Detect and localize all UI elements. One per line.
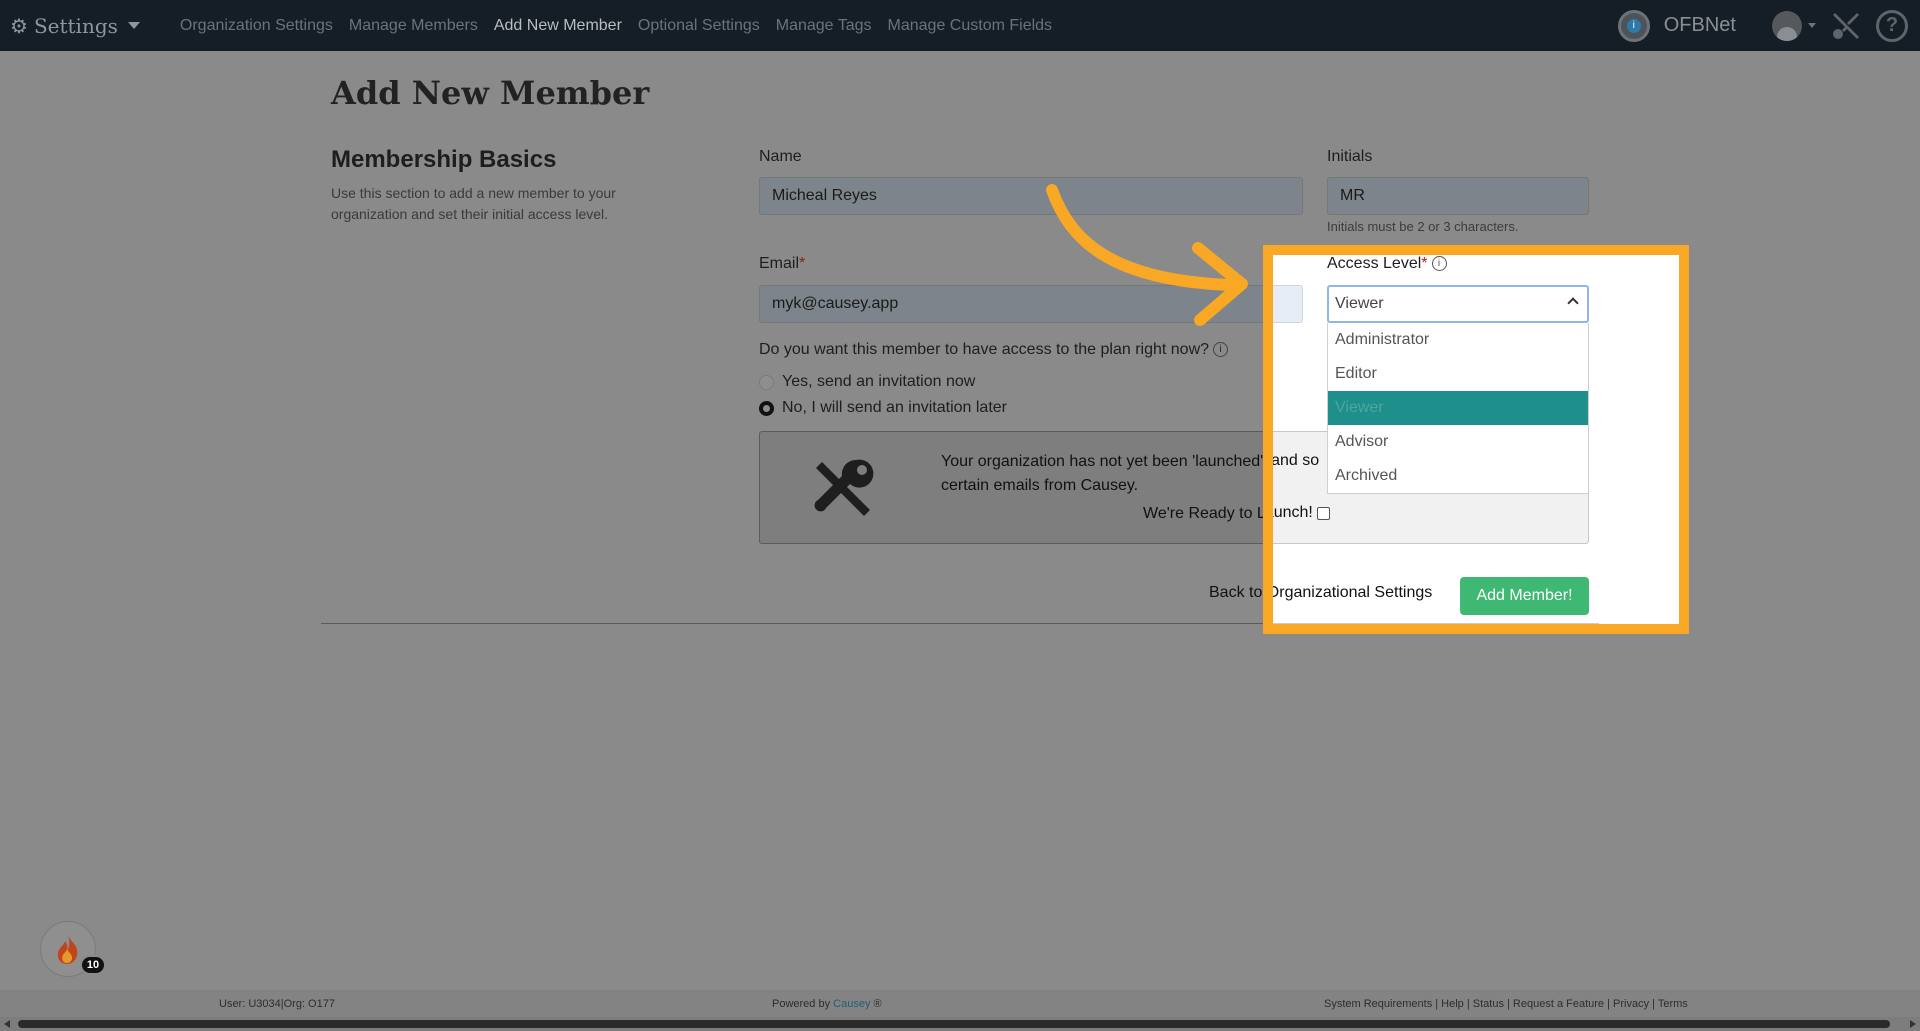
- user-avatar[interactable]: [1772, 10, 1802, 41]
- access-level-label-text: Access Level: [1327, 255, 1422, 272]
- access-level-select[interactable]: Viewer: [1327, 285, 1589, 323]
- required-mark: *: [799, 255, 806, 272]
- invite-question: Do you want this member to have access t…: [759, 341, 1229, 359]
- invite-later-option[interactable]: No, I will send an invitation later: [759, 399, 1007, 417]
- access-info-icon[interactable]: i: [1431, 256, 1447, 272]
- page-title: Add New Member: [331, 74, 650, 112]
- chevron-down-icon: [127, 22, 140, 29]
- nav-manage-tags[interactable]: Manage Tags: [776, 17, 872, 35]
- footer-powered-prefix: Powered by: [772, 998, 831, 1010]
- chevron-up-icon: [1567, 297, 1579, 309]
- highlight-callout: Access Level* i Viewer Administrator Edit…: [1263, 245, 1689, 634]
- access-option-editor[interactable]: Editor: [1328, 357, 1588, 391]
- info-circle-icon[interactable]: i: [1617, 9, 1650, 42]
- settings-nav: Organization Settings Manage Members Add…: [180, 17, 1052, 35]
- nav-optional-settings[interactable]: Optional Settings: [638, 17, 760, 35]
- chevron-down-icon[interactable]: [1808, 23, 1816, 28]
- top-navbar: ⚙ Settings Organization Settings Manage …: [0, 0, 1920, 51]
- invite-now-label: Yes, send an invitation now: [782, 373, 976, 390]
- section-description: Use this section to add a new member to …: [331, 185, 616, 222]
- access-option-archived[interactable]: Archived: [1328, 459, 1588, 493]
- footer-user-info: User: U3034|Org: O177: [219, 998, 335, 1010]
- footer-causey-link[interactable]: Causey: [833, 998, 870, 1010]
- scroll-right-icon[interactable]: [1910, 1020, 1916, 1028]
- info-icon[interactable]: i: [1213, 342, 1229, 358]
- access-required-mark: *: [1421, 255, 1428, 272]
- org-name[interactable]: OFBNet: [1664, 14, 1736, 37]
- email-label: Email*: [759, 255, 805, 273]
- initials-field[interactable]: MR: [1327, 177, 1589, 215]
- add-member-button[interactable]: Add Member!: [1460, 577, 1589, 615]
- invite-question-text: Do you want this member to have access t…: [759, 341, 1210, 358]
- divider-highlight: [1263, 623, 1599, 624]
- invite-now-option[interactable]: Yes, send an invitation now: [759, 373, 975, 391]
- access-level-dropdown: Administrator Editor Viewer Advisor Arch…: [1327, 323, 1589, 494]
- footer-registered-mark: ®: [873, 998, 882, 1010]
- tools-icon: [814, 459, 874, 516]
- scrollbar-thumb[interactable]: [18, 1020, 1890, 1028]
- access-option-advisor[interactable]: Advisor: [1328, 425, 1588, 459]
- name-label: Name: [759, 148, 802, 165]
- email-label-text: Email: [759, 255, 800, 272]
- question-circle-icon[interactable]: ?: [1876, 9, 1908, 42]
- radio-invite-later[interactable]: [759, 400, 774, 416]
- pointer-arrow-icon: [1046, 184, 1248, 326]
- nav-manage-custom-fields[interactable]: Manage Custom Fields: [888, 17, 1053, 35]
- nav-manage-members[interactable]: Manage Members: [349, 17, 478, 35]
- footer-powered-by: Powered by Causey ®: [772, 998, 882, 1010]
- scroll-left-icon[interactable]: [4, 1020, 10, 1028]
- highlight-content: Access Level* i Viewer Administrator Edit…: [1263, 245, 1689, 634]
- wrench-screwdriver-icon[interactable]: [1830, 10, 1862, 42]
- invite-later-label: No, I will send an invitation later: [782, 399, 1007, 416]
- initials-label: Initials: [1327, 148, 1373, 165]
- flame-icon: [57, 935, 78, 964]
- nav-add-new-member[interactable]: Add New Member: [494, 17, 622, 35]
- access-level-value: Viewer: [1335, 295, 1384, 312]
- gears-icon: ⚙: [10, 13, 28, 38]
- access-level-label: Access Level* i: [1327, 255, 1447, 273]
- section-title: Membership Basics: [331, 146, 557, 173]
- org-badge-glyph: i: [1626, 18, 1641, 33]
- horizontal-scrollbar[interactable]: [0, 1017, 1920, 1031]
- nav-organization-settings[interactable]: Organization Settings: [180, 17, 333, 35]
- notification-count-badge: 10: [80, 955, 106, 975]
- settings-label: Settings: [33, 13, 118, 38]
- footer-links[interactable]: System Requirements | Help | Status | Re…: [1324, 998, 1688, 1010]
- footer: User: U3034|Org: O177 Powered by Causey …: [0, 990, 1920, 1017]
- initials-help: Initials must be 2 or 3 characters.: [1327, 219, 1519, 234]
- access-option-viewer[interactable]: Viewer: [1328, 391, 1588, 425]
- radio-invite-now[interactable]: [759, 374, 774, 390]
- access-option-administrator[interactable]: Administrator: [1328, 323, 1588, 357]
- nav-right-group: i OFBNet ?: [1617, 0, 1908, 51]
- settings-menu[interactable]: ⚙ Settings: [10, 14, 140, 38]
